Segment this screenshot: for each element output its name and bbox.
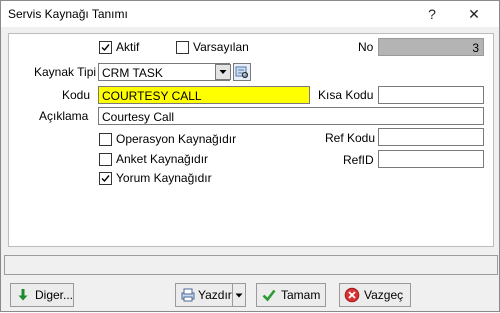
close-icon: ✕: [468, 6, 480, 22]
checkmark-icon: [262, 289, 276, 302]
lookup-icon: [235, 66, 249, 79]
question-icon: ?: [428, 6, 436, 22]
yorum-checkbox[interactable]: [99, 172, 112, 185]
cancel-icon: [344, 287, 360, 303]
kisa-kodu-label: Kısa Kodu: [318, 88, 374, 102]
checkmark-icon: [101, 44, 110, 52]
yorum-label: Yorum Kaynağıdır: [116, 171, 212, 185]
close-button[interactable]: ✕: [457, 1, 491, 27]
ref-kodu-label: Ref Kodu: [325, 131, 376, 145]
window-title: Servis Kaynağı Tanımı: [8, 7, 128, 21]
ref-id-field[interactable]: [378, 150, 484, 168]
aciklama-label: Açıklama: [39, 109, 89, 123]
kodu-field[interactable]: COURTESY CALL: [98, 86, 310, 104]
kaynak-tipi-select[interactable]: CRM TASK: [98, 63, 230, 81]
kaynak-tipi-value: CRM TASK: [102, 66, 163, 80]
kaynak-tipi-dropdown-button[interactable]: [215, 64, 231, 80]
kisa-kodu-field[interactable]: [378, 86, 484, 104]
tamam-button[interactable]: Tamam: [256, 283, 326, 307]
title-bar: Servis Kaynağı Tanımı ? ✕: [1, 1, 499, 27]
help-button[interactable]: ?: [415, 1, 449, 27]
kaynak-tipi-lookup-button[interactable]: [233, 63, 251, 81]
aktif-checkbox[interactable]: [99, 41, 112, 54]
form-panel: Aktif Varsayılan No 3 Kaynak Tipi CRM TA…: [8, 33, 494, 247]
aciklama-field[interactable]: Courtesy Call: [98, 107, 484, 125]
yazdir-dropdown-button[interactable]: [232, 283, 246, 307]
dialog-window: Servis Kaynağı Tanımı ? ✕ Aktif Varsayıl…: [0, 0, 500, 312]
vazgec-button[interactable]: Vazgeç: [339, 283, 411, 307]
ref-kodu-field[interactable]: [378, 128, 484, 146]
aktif-label: Aktif: [116, 40, 140, 54]
kaynak-tipi-label: Kaynak Tipi: [34, 65, 97, 79]
no-field: 3: [378, 38, 484, 56]
kodu-label: Kodu: [62, 88, 91, 102]
download-arrow-icon: [18, 289, 28, 301]
anket-label: Anket Kaynağıdır: [116, 152, 209, 166]
no-label: No: [358, 40, 374, 54]
status-bar: [4, 255, 498, 275]
anket-checkbox[interactable]: [99, 153, 112, 166]
checkmark-icon: [101, 175, 110, 183]
print-icon: [181, 288, 195, 302]
yazdir-button[interactable]: Yazdır: [175, 283, 233, 307]
dropdown-arrow-icon: [219, 70, 227, 74]
ref-id-label: RefID: [343, 153, 374, 167]
dropdown-arrow-icon: [235, 293, 243, 298]
operasyon-checkbox[interactable]: [99, 133, 112, 146]
operasyon-label: Operasyon Kaynağıdır: [116, 132, 237, 146]
diger-button[interactable]: Diger...: [10, 283, 74, 307]
varsayilan-checkbox[interactable]: [176, 41, 189, 54]
varsayilan-label: Varsayılan: [193, 40, 249, 54]
